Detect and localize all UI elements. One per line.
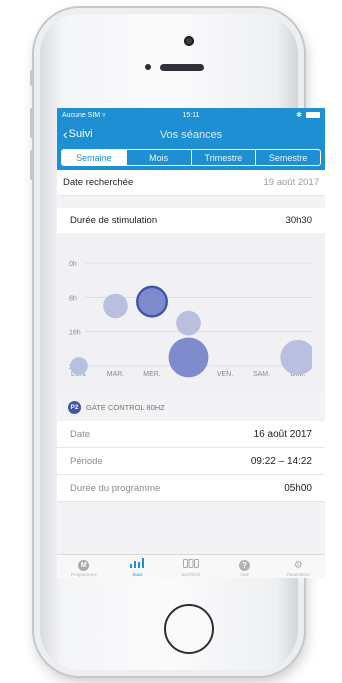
date-search-value: 19 août 2017 xyxy=(263,177,319,188)
detail-row-period: Période 09:22 – 14:22 xyxy=(57,448,325,475)
help-icon: ? xyxy=(239,560,251,571)
x-tick-label: MER. xyxy=(143,371,161,378)
tab-semaine[interactable]: Semaine xyxy=(62,150,126,165)
tab-parametres[interactable]: ⚙ Paramètres xyxy=(271,555,325,578)
bluetooth-icon: ✱ xyxy=(296,112,302,119)
volume-down-button xyxy=(30,150,34,180)
session-bubble xyxy=(280,339,312,376)
camera xyxy=(184,36,194,46)
tab-actitens[interactable]: actiTENS xyxy=(164,555,218,578)
spacer xyxy=(57,196,325,208)
tab-label: Programmes xyxy=(70,572,97,577)
bar-chart-icon xyxy=(130,558,145,571)
duration-value: 30h30 xyxy=(285,215,312,226)
tab-label: actiTENS xyxy=(181,572,201,577)
period-segmented-control: Semaine Mois Trimestre Semestre xyxy=(57,149,325,170)
tab-mois[interactable]: Mois xyxy=(125,150,191,165)
detail-row-duration: Durée du programme 05h00 xyxy=(57,475,325,502)
tab-suivi[interactable]: Suivi xyxy=(111,555,165,578)
program-header: P2 GATE CONTROL 80HZ xyxy=(57,393,325,421)
duration-row: Durée de stimulation 30h30 xyxy=(57,208,325,233)
session-bubble xyxy=(168,337,209,378)
sessions-chart-svg: 0h8h16h24hLUN.MAR.MER.JEU.VEN.SAM.DIM. xyxy=(69,261,312,378)
detail-value: 09:22 – 14:22 xyxy=(250,455,312,467)
selected-session-bubble xyxy=(136,285,168,318)
x-tick-label: VEN. xyxy=(217,371,233,378)
duration-label: Durée de stimulation xyxy=(70,215,158,226)
program-badge: P2 xyxy=(68,400,81,414)
tab-aide[interactable]: ? Aide xyxy=(218,555,272,578)
tab-programmes[interactable]: M Programmes xyxy=(57,555,111,578)
page-title: Vos séances xyxy=(159,129,223,141)
y-tick-label: 0h xyxy=(69,261,77,268)
home-button[interactable] xyxy=(164,604,214,654)
tab-label: Suivi xyxy=(132,572,143,577)
date-search-label: Date recherchée xyxy=(63,177,134,188)
detail-row-date: Date 16 août 2017 xyxy=(57,421,325,448)
session-bubble xyxy=(70,357,88,375)
bottom-tab-bar: M Programmes Suivi actiTENS ? Aide ⚙ Par… xyxy=(57,554,325,578)
detail-value: 16 août 2017 xyxy=(253,428,312,440)
speaker xyxy=(160,64,204,71)
session-bubble xyxy=(103,293,128,319)
program-name: GATE CONTROL 80HZ xyxy=(86,402,165,412)
gear-icon: ⚙ xyxy=(293,560,303,571)
m-logo-icon: M xyxy=(78,560,90,571)
screen: Aucune SIM ▿ 15:11 ✱ ‹ Suivi Vos séances… xyxy=(57,108,325,578)
battery-icon xyxy=(306,112,320,119)
detail-label: Date xyxy=(70,428,91,440)
nav-bar: ‹ Suivi Vos séances xyxy=(57,122,325,149)
tab-trimestre[interactable]: Trimestre xyxy=(190,150,256,165)
tab-label: Paramètres xyxy=(286,572,310,577)
mute-switch xyxy=(30,70,34,86)
x-tick-label: SAM. xyxy=(253,371,270,378)
status-time: 15:11 xyxy=(182,111,200,119)
y-tick-label: 8h xyxy=(69,295,77,302)
battery-area: ✱ xyxy=(296,111,320,119)
detail-label: Période xyxy=(70,455,103,467)
detail-label: Durée du programme xyxy=(70,482,161,494)
status-bar: Aucune SIM ▿ 15:11 ✱ xyxy=(57,108,325,122)
detail-value: 05h00 xyxy=(284,482,312,494)
y-tick-label: 16h xyxy=(69,330,81,337)
sensor xyxy=(145,64,151,70)
volume-up-button xyxy=(30,108,34,138)
tab-label: Aide xyxy=(240,572,250,577)
date-search-row[interactable]: Date recherchée 19 août 2017 xyxy=(57,170,325,196)
device-icon xyxy=(182,559,199,571)
tab-semestre[interactable]: Semestre xyxy=(255,150,320,165)
session-bubble xyxy=(176,310,201,336)
x-tick-label: MAR. xyxy=(107,371,125,378)
sessions-chart: 0h8h16h24hLUN.MAR.MER.JEU.VEN.SAM.DIM. xyxy=(57,233,325,393)
